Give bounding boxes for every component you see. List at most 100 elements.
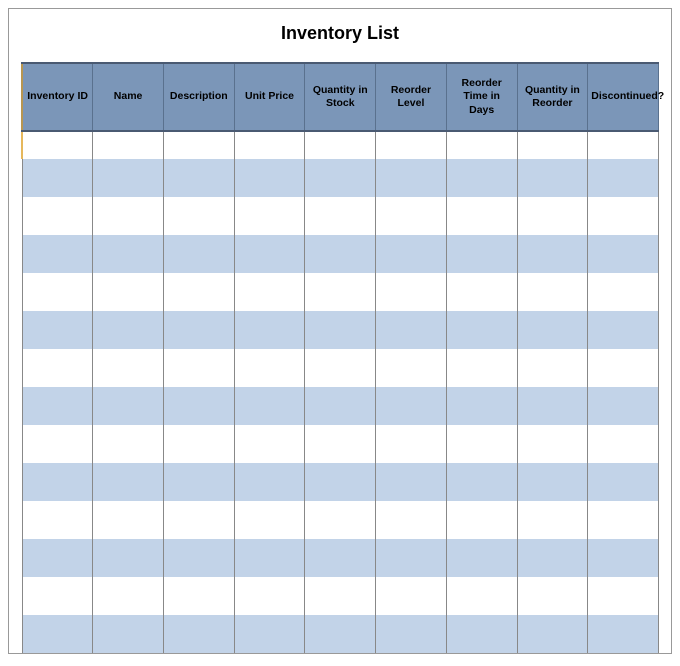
table-cell[interactable] (22, 577, 93, 615)
table-cell[interactable] (446, 425, 517, 463)
table-cell[interactable] (234, 235, 305, 273)
table-cell[interactable] (376, 577, 447, 615)
table-cell[interactable] (22, 197, 93, 235)
table-cell[interactable] (376, 197, 447, 235)
table-cell[interactable] (446, 539, 517, 577)
table-cell[interactable] (93, 539, 164, 577)
table-cell[interactable] (588, 159, 659, 197)
table-cell[interactable] (446, 577, 517, 615)
table-cell[interactable] (93, 577, 164, 615)
table-cell[interactable] (163, 131, 234, 159)
table-cell[interactable] (93, 615, 164, 653)
table-cell[interactable] (234, 131, 305, 159)
table-cell[interactable] (517, 577, 588, 615)
table-cell[interactable] (22, 501, 93, 539)
table-cell[interactable] (376, 425, 447, 463)
table-cell[interactable] (163, 273, 234, 311)
table-cell[interactable] (22, 131, 93, 159)
table-cell[interactable] (163, 311, 234, 349)
table-cell[interactable] (305, 349, 376, 387)
table-cell[interactable] (234, 501, 305, 539)
table-cell[interactable] (93, 349, 164, 387)
table-cell[interactable] (588, 539, 659, 577)
table-cell[interactable] (234, 273, 305, 311)
table-cell[interactable] (588, 501, 659, 539)
table-cell[interactable] (163, 197, 234, 235)
table-cell[interactable] (376, 501, 447, 539)
table-cell[interactable] (93, 159, 164, 197)
table-cell[interactable] (93, 131, 164, 159)
table-cell[interactable] (22, 387, 93, 425)
table-cell[interactable] (517, 349, 588, 387)
table-cell[interactable] (22, 539, 93, 577)
table-cell[interactable] (305, 539, 376, 577)
table-cell[interactable] (376, 311, 447, 349)
table-cell[interactable] (234, 463, 305, 501)
table-cell[interactable] (446, 501, 517, 539)
table-cell[interactable] (22, 159, 93, 197)
table-cell[interactable] (588, 311, 659, 349)
table-cell[interactable] (93, 501, 164, 539)
table-cell[interactable] (305, 387, 376, 425)
table-cell[interactable] (517, 463, 588, 501)
table-cell[interactable] (22, 615, 93, 653)
table-cell[interactable] (446, 615, 517, 653)
table-cell[interactable] (446, 235, 517, 273)
table-cell[interactable] (376, 463, 447, 501)
table-cell[interactable] (93, 425, 164, 463)
table-cell[interactable] (305, 577, 376, 615)
table-cell[interactable] (588, 615, 659, 653)
table-cell[interactable] (234, 577, 305, 615)
table-cell[interactable] (22, 463, 93, 501)
table-cell[interactable] (517, 425, 588, 463)
table-cell[interactable] (22, 349, 93, 387)
table-cell[interactable] (163, 539, 234, 577)
table-cell[interactable] (93, 463, 164, 501)
table-cell[interactable] (588, 197, 659, 235)
table-cell[interactable] (517, 501, 588, 539)
table-cell[interactable] (93, 235, 164, 273)
table-cell[interactable] (446, 349, 517, 387)
table-cell[interactable] (446, 273, 517, 311)
table-cell[interactable] (446, 463, 517, 501)
table-cell[interactable] (163, 159, 234, 197)
table-cell[interactable] (305, 131, 376, 159)
table-cell[interactable] (234, 387, 305, 425)
table-cell[interactable] (517, 539, 588, 577)
table-cell[interactable] (305, 425, 376, 463)
table-cell[interactable] (588, 131, 659, 159)
table-cell[interactable] (376, 159, 447, 197)
table-cell[interactable] (588, 387, 659, 425)
table-cell[interactable] (22, 311, 93, 349)
table-cell[interactable] (376, 387, 447, 425)
table-cell[interactable] (517, 387, 588, 425)
table-cell[interactable] (22, 235, 93, 273)
table-cell[interactable] (305, 197, 376, 235)
table-cell[interactable] (588, 463, 659, 501)
table-cell[interactable] (22, 273, 93, 311)
table-cell[interactable] (376, 273, 447, 311)
table-cell[interactable] (446, 159, 517, 197)
table-cell[interactable] (517, 615, 588, 653)
table-cell[interactable] (517, 197, 588, 235)
table-cell[interactable] (446, 311, 517, 349)
table-cell[interactable] (305, 311, 376, 349)
table-cell[interactable] (517, 311, 588, 349)
table-cell[interactable] (376, 131, 447, 159)
table-cell[interactable] (234, 615, 305, 653)
table-cell[interactable] (376, 349, 447, 387)
table-cell[interactable] (517, 273, 588, 311)
table-cell[interactable] (446, 197, 517, 235)
table-cell[interactable] (163, 349, 234, 387)
table-cell[interactable] (517, 159, 588, 197)
table-cell[interactable] (588, 577, 659, 615)
table-cell[interactable] (446, 387, 517, 425)
table-cell[interactable] (376, 235, 447, 273)
table-cell[interactable] (305, 615, 376, 653)
table-cell[interactable] (163, 577, 234, 615)
table-cell[interactable] (588, 235, 659, 273)
table-cell[interactable] (234, 349, 305, 387)
table-cell[interactable] (163, 463, 234, 501)
table-cell[interactable] (305, 159, 376, 197)
table-cell[interactable] (588, 273, 659, 311)
